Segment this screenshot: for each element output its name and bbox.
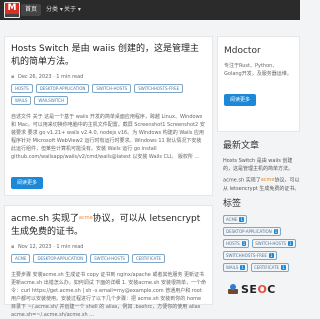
tag[interactable]: CERTIFICATE	[131, 254, 166, 263]
tag-switchhosts-free[interactable]: SWITCHHOSTS-FREE 1	[223, 251, 277, 260]
profile-card: Mdoctor 专注于Rust、Python、Golang开发，及服务器运维。 …	[217, 36, 300, 132]
post-excerpt: 自述文件 关于 这是一个基于 waiis 开发的简单桌面应用程序，跨越 Linu…	[11, 114, 205, 160]
post-card-hosts-switch: Hosts Switch 是由 waiis 创建的，这是管理主机的简单方法。 ▪…	[4, 36, 213, 196]
watermark-text: SEOC	[241, 282, 276, 296]
read-time: 1 min read	[56, 244, 84, 250]
recent-post-link[interactable]: acme.sh 实现了acme协议，可以从 letsencrypt 生成免费的证…	[223, 176, 300, 193]
tag[interactable]: DESKTOP-APPLICATION	[33, 254, 88, 263]
seo-logo-icon	[228, 284, 238, 294]
nav-home[interactable]: 首页	[21, 4, 42, 16]
site-logo[interactable]: M	[4, 2, 20, 18]
profile-name: Mdoctor	[224, 46, 261, 56]
post-date: Nov 12, 2023	[17, 244, 52, 250]
logo-letter: M	[5, 3, 19, 14]
tag[interactable]: SWITCH-HOSTS	[90, 254, 129, 263]
tag[interactable]: SWITCHHOSTS-FREE	[134, 84, 184, 93]
profile-read-more-button[interactable]: 阅读更多	[224, 94, 257, 106]
tag[interactable]: WAILS	[11, 96, 32, 105]
post-tags: HOSTS DESKTOP-APPLICATION SWITCH-HOSTS S…	[11, 84, 206, 105]
recent-posts-section: 最新文章 Hosts Switch 是由 waiis 创建的，这是管理主机的简单…	[223, 140, 300, 196]
tag-acme[interactable]: ACME 1	[223, 215, 247, 224]
tag-desktop-application[interactable]: DESKTOP-APPLICATION 1	[223, 227, 282, 236]
acme-gif-image: acme	[78, 215, 93, 221]
post-meta: ▪ Dec 26, 2023 · 1 min read	[11, 74, 84, 80]
recent-post-link[interactable]: Hosts Switch 是由 waiis 创建的，这是管理主机的简单方法。	[223, 157, 300, 173]
tag-certificate[interactable]: CERTIFICATE 1	[250, 263, 289, 272]
post-title[interactable]: Hosts Switch 是由 waiis 创建的，这是管理主机的简单方法。	[11, 43, 206, 69]
tag[interactable]: WAILSWITCH	[34, 96, 68, 105]
calendar-icon: ▪	[11, 244, 15, 250]
post-date: Dec 26, 2023	[17, 74, 52, 80]
read-time: 1 min read	[56, 74, 84, 80]
tag-cloud: ACME 1 DESKTOP-APPLICATION 1 HOSTS 1 SWITCH…	[223, 215, 300, 272]
tag[interactable]: SWITCH-HOSTS	[92, 84, 132, 93]
profile-description: 专注于Rust、Python、Golang开发，及服务器运维。	[224, 63, 292, 77]
tag-switch-hosts[interactable]: SWITCH-HOSTS 1	[252, 239, 296, 248]
tag-wails[interactable]: WAILS 1	[223, 263, 248, 272]
post-tags: ACME DESKTOP-APPLICATION SWITCH-HOSTS CE…	[11, 254, 206, 263]
top-navbar: M 首页 分类 ▾ 关于 ▾	[0, 0, 300, 20]
nav-about[interactable]: 关于 ▾	[60, 4, 85, 16]
tags-section: 标签 ACME 1 DESKTOP-APPLICATION 1 HOSTS 1 SWI…	[223, 198, 300, 272]
read-more-button[interactable]: 阅读更多	[11, 177, 44, 189]
post-title[interactable]: acme.sh 实现了acme协议，可以从 letsencrypt 生成免费的证…	[11, 212, 206, 239]
tag[interactable]: ACME	[11, 254, 31, 263]
tag[interactable]: HOSTS	[11, 84, 33, 93]
seo-watermark: SEOC	[228, 282, 298, 296]
tag-hosts[interactable]: HOSTS 1	[223, 239, 250, 248]
acme-gif-image: acme	[260, 177, 275, 183]
tag[interactable]: DESKTOP-APPLICATION	[35, 84, 90, 93]
post-card-acme: acme.sh 实现了acme协议，可以从 letsencrypt 生成免费的证…	[4, 205, 213, 318]
post-meta: ▪ Nov 12, 2023 · 1 min read	[11, 244, 84, 250]
tags-heading: 标签	[223, 199, 242, 209]
recent-posts-heading: 最新文章	[223, 141, 260, 151]
calendar-icon: ▪	[11, 74, 15, 80]
post-excerpt: 主要步骤 安装acme.sh 生成证书 copy 证书到 nginx/apach…	[11, 272, 206, 318]
recent-posts-list: Hosts Switch 是由 waiis 创建的，这是管理主机的简单方法。 a…	[223, 157, 300, 193]
